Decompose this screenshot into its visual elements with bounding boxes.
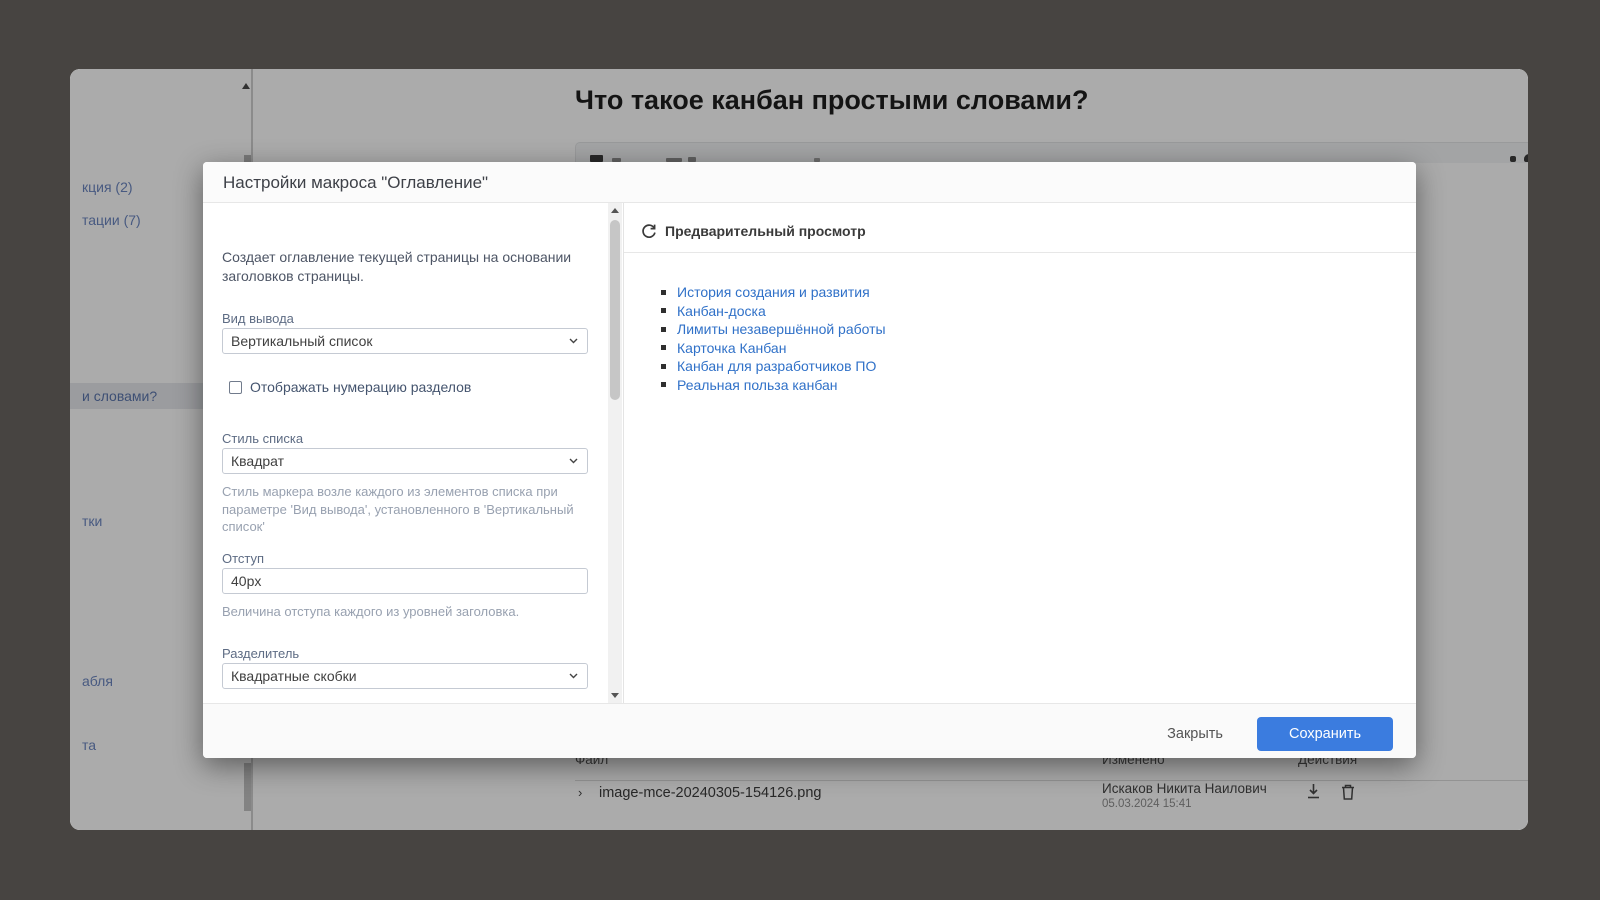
separator-value: Квадратные скобки xyxy=(231,668,357,684)
indent-input[interactable] xyxy=(222,568,588,594)
toc-link[interactable]: Реальная польза канбан xyxy=(677,377,838,393)
chevron-down-icon xyxy=(569,338,578,344)
toc-link[interactable]: История создания и развития xyxy=(677,284,870,300)
square-bullet-icon xyxy=(661,364,666,369)
separator-label: Разделитель xyxy=(222,646,588,661)
dialog-body: Создает оглавление текущей страницы на о… xyxy=(203,203,1416,703)
output-type-label: Вид вывода xyxy=(222,311,588,326)
square-bullet-icon xyxy=(661,327,666,332)
list-style-value: Квадрат xyxy=(231,453,284,469)
numbering-checkbox-label: Отображать нумерацию разделов xyxy=(250,379,471,395)
checkbox-unchecked-icon[interactable] xyxy=(229,381,242,394)
scrollbar-thumb[interactable] xyxy=(610,220,620,400)
list-style-label: Стиль списка xyxy=(222,431,588,446)
preview-divider xyxy=(624,252,1416,253)
settings-scrollbar[interactable] xyxy=(608,203,622,703)
macro-description: Создает оглавление текущей страницы на о… xyxy=(222,248,588,286)
toc-link[interactable]: Карточка Канбан xyxy=(677,340,786,356)
indent-help: Величина отступа каждого из уровней заго… xyxy=(222,603,588,621)
scroll-down-icon[interactable] xyxy=(611,693,619,698)
scroll-up-icon[interactable] xyxy=(611,208,619,213)
toc-preview-list: История создания и развития Канбан-доска… xyxy=(661,283,886,394)
list-item: Реальная польза канбан xyxy=(661,376,886,395)
list-item: История создания и развития xyxy=(661,283,886,302)
list-style-select[interactable]: Квадрат xyxy=(222,448,588,474)
list-item: Лимиты незавершённой работы xyxy=(661,320,886,339)
list-style-help: Стиль маркера возле каждого из элементов… xyxy=(222,483,588,536)
output-type-value: Вертикальный список xyxy=(231,333,373,349)
list-item: Карточка Канбан xyxy=(661,339,886,358)
toc-link[interactable]: Канбан-доска xyxy=(677,303,766,319)
list-item: Канбан для разработчиков ПО xyxy=(661,357,886,376)
indent-label: Отступ xyxy=(222,551,588,566)
dialog-title: Настройки макроса "Оглавление" xyxy=(223,162,488,203)
square-bullet-icon xyxy=(661,382,666,387)
list-item: Канбан-доска xyxy=(661,302,886,321)
dialog-footer: Закрыть Сохранить xyxy=(203,703,1416,758)
close-button[interactable]: Закрыть xyxy=(1167,726,1223,742)
square-bullet-icon xyxy=(661,345,666,350)
save-button[interactable]: Сохранить xyxy=(1257,717,1393,751)
chevron-down-icon xyxy=(569,458,578,464)
square-bullet-icon xyxy=(661,290,666,295)
numbering-checkbox-row[interactable]: Отображать нумерацию разделов xyxy=(229,379,471,395)
macro-settings-dialog: Настройки макроса "Оглавление" Создает о… xyxy=(203,162,1416,758)
toc-link[interactable]: Лимиты незавершённой работы xyxy=(677,321,886,337)
output-type-select[interactable]: Вертикальный список xyxy=(222,328,588,354)
refresh-icon[interactable] xyxy=(641,223,657,239)
preview-title: Предварительный просмотр xyxy=(665,223,866,239)
toc-link[interactable]: Канбан для разработчиков ПО xyxy=(677,358,876,374)
square-bullet-icon xyxy=(661,308,666,313)
dialog-header: Настройки макроса "Оглавление" xyxy=(203,162,1416,203)
settings-pane: Создает оглавление текущей страницы на о… xyxy=(203,203,608,703)
preview-pane: Предварительный просмотр История создани… xyxy=(624,203,1416,703)
separator-select[interactable]: Квадратные скобки xyxy=(222,663,588,689)
chevron-down-icon xyxy=(569,673,578,679)
